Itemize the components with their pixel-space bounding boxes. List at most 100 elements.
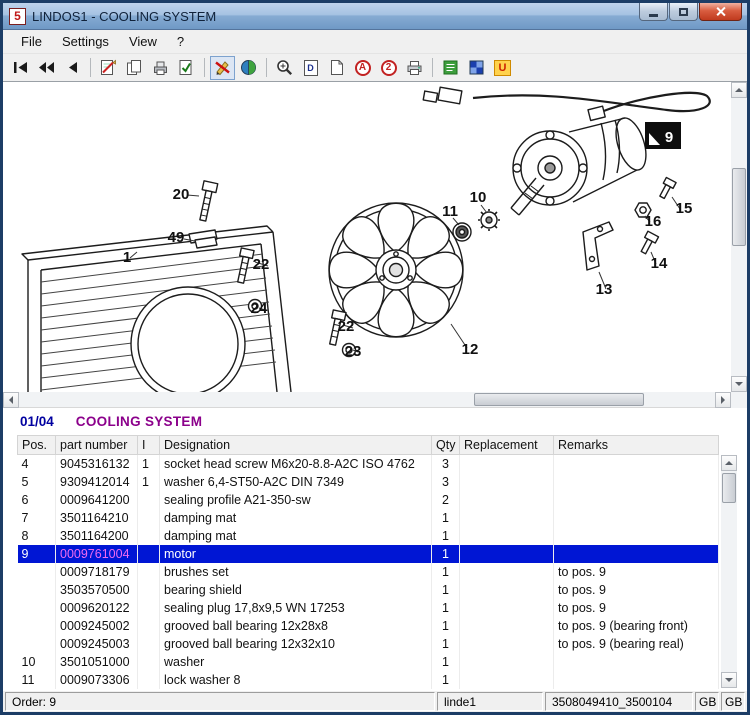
diagram-part-label[interactable]: 16 bbox=[645, 213, 662, 230]
document-blank-button[interactable] bbox=[324, 56, 349, 80]
diagram-horizontal-scrollbar[interactable] bbox=[3, 392, 747, 408]
toolbar-separator bbox=[266, 58, 267, 77]
diagram-part-label[interactable]: 13 bbox=[596, 281, 613, 298]
column-header-pos[interactable]: Pos. bbox=[18, 436, 56, 455]
notes-button[interactable] bbox=[438, 56, 463, 80]
nav-prev-fast-button[interactable] bbox=[34, 56, 59, 80]
title-bar[interactable]: 5 LINDOS1 - COOLING SYSTEM bbox=[3, 3, 747, 30]
menu-settings[interactable]: Settings bbox=[52, 31, 119, 52]
cell-part-number: 9045316132 bbox=[56, 455, 138, 474]
copy-documents-button[interactable] bbox=[122, 56, 147, 80]
cell-pos bbox=[18, 617, 56, 635]
u-badge-glyph: U bbox=[499, 62, 507, 74]
table-row[interactable]: 9 0009761004 motor 1 bbox=[18, 545, 719, 563]
app-window: 5 LINDOS1 - COOLING SYSTEM File Settings… bbox=[0, 0, 750, 715]
scroll-up-button[interactable] bbox=[721, 455, 737, 471]
nav-first-button[interactable] bbox=[8, 56, 33, 80]
diagram-part-label[interactable]: 14 bbox=[651, 255, 668, 272]
diagram-part-label[interactable]: 23 bbox=[345, 343, 362, 360]
diagram-vertical-scrollbar[interactable] bbox=[731, 82, 747, 392]
exploded-diagram[interactable]: 20 49 1 22 24 22 23 11 10 12 13 14 16 15 9 bbox=[3, 82, 731, 392]
cell-i bbox=[138, 635, 160, 653]
table-row[interactable]: 7 3501164210 damping mat 1 bbox=[18, 509, 719, 527]
nav-prev-button[interactable] bbox=[60, 56, 85, 80]
marker-pen-toggle-button[interactable] bbox=[210, 56, 235, 80]
scrollbar-thumb[interactable] bbox=[474, 393, 644, 406]
cell-designation: socket head screw M6x20-8.8-A2C ISO 4762 bbox=[160, 455, 432, 474]
diagram-part-label[interactable]: 22 bbox=[253, 256, 270, 273]
scrollbar-track[interactable] bbox=[721, 471, 737, 672]
table-row[interactable]: 0009245003 grooved ball bearing 12x32x10… bbox=[18, 635, 719, 653]
diagram-part-label[interactable]: 49 bbox=[168, 229, 185, 246]
table-row[interactable]: 0009245002 grooved ball bearing 12x28x8 … bbox=[18, 617, 719, 635]
table-row[interactable]: 0009718179 brushes set 1 to pos. 9 bbox=[18, 563, 719, 581]
arrow-up-icon bbox=[725, 457, 733, 465]
table-row[interactable]: 0009620122 sealing plug 17,8x9,5 WN 1725… bbox=[18, 599, 719, 617]
diagram-part-label[interactable]: 24 bbox=[251, 300, 268, 317]
table-row[interactable]: 8 3501164200 damping mat 1 bbox=[18, 527, 719, 545]
diagram-area[interactable]: 20 49 1 22 24 22 23 11 10 12 13 14 16 15 9 bbox=[3, 82, 747, 392]
screw-15 bbox=[657, 177, 676, 199]
close-button[interactable] bbox=[699, 3, 742, 21]
scroll-down-button[interactable] bbox=[731, 376, 747, 392]
column-header-remarks[interactable]: Remarks bbox=[554, 436, 719, 455]
table-row[interactable]: 6 0009641200 sealing profile A21-350-sw … bbox=[18, 491, 719, 509]
diagram-part-label[interactable]: 1 bbox=[123, 249, 131, 266]
cell-remarks bbox=[554, 653, 719, 671]
fan bbox=[329, 203, 463, 337]
circle-a-button[interactable]: A bbox=[350, 56, 375, 80]
scroll-left-button[interactable] bbox=[3, 392, 19, 408]
edit-document-button[interactable] bbox=[96, 56, 121, 80]
document-blank-icon bbox=[329, 59, 345, 76]
motor bbox=[511, 106, 652, 215]
scrollbar-thumb[interactable] bbox=[722, 473, 736, 503]
scrollbar-track[interactable] bbox=[731, 98, 747, 376]
maximize-button[interactable] bbox=[669, 3, 698, 21]
screw-20 bbox=[196, 181, 218, 222]
minimize-button[interactable] bbox=[639, 3, 668, 21]
circle-2-button[interactable]: 2 bbox=[376, 56, 401, 80]
table-row[interactable]: 10 3501051000 washer 1 bbox=[18, 653, 719, 671]
menu-help[interactable]: ? bbox=[167, 31, 194, 52]
copy-documents-icon bbox=[126, 59, 143, 76]
column-header-i[interactable]: I bbox=[138, 436, 160, 455]
zoom-button[interactable] bbox=[272, 56, 297, 80]
column-header-replacement[interactable]: Replacement bbox=[460, 436, 554, 455]
table-row[interactable]: 3503570500 bearing shield 1 to pos. 9 bbox=[18, 581, 719, 599]
u-badge-button[interactable]: U bbox=[490, 56, 515, 80]
table-row[interactable]: 4 9045316132 1 socket head screw M6x20-8… bbox=[18, 455, 719, 474]
diagram-part-label[interactable]: 20 bbox=[173, 186, 190, 203]
diagram-part-label[interactable]: 9 bbox=[665, 129, 673, 146]
scrollbar-thumb[interactable] bbox=[732, 168, 746, 246]
printer-small-button[interactable] bbox=[148, 56, 173, 80]
column-header-part-number[interactable]: part number bbox=[56, 436, 138, 455]
diagram-part-label[interactable]: 12 bbox=[462, 341, 479, 358]
diagram-part-label[interactable]: 10 bbox=[470, 189, 487, 206]
document-d-button[interactable]: D bbox=[298, 56, 323, 80]
diagram-part-label[interactable]: 11 bbox=[442, 203, 458, 220]
mosaic-button[interactable] bbox=[464, 56, 489, 80]
table-header-row: Pos. part number I Designation Qty Repla… bbox=[18, 436, 719, 455]
globe-button[interactable] bbox=[236, 56, 261, 80]
diagram-part-label[interactable]: 15 bbox=[676, 200, 693, 217]
menu-file[interactable]: File bbox=[11, 31, 52, 52]
section-title: COOLING SYSTEM bbox=[76, 414, 202, 429]
table-row[interactable]: 11 0009073306 lock washer 8 1 bbox=[18, 671, 719, 689]
scrollbar-track[interactable] bbox=[19, 392, 715, 407]
scroll-down-button[interactable] bbox=[721, 672, 737, 688]
cell-qty: 1 bbox=[432, 671, 460, 689]
cell-i bbox=[138, 617, 160, 635]
document-d-icon: D bbox=[304, 60, 318, 76]
scroll-up-button[interactable] bbox=[731, 82, 747, 98]
check-document-button[interactable] bbox=[174, 56, 199, 80]
menu-view[interactable]: View bbox=[119, 31, 167, 52]
scroll-right-button[interactable] bbox=[715, 392, 731, 408]
cell-remarks: to pos. 9 bbox=[554, 563, 719, 581]
print-button[interactable] bbox=[402, 56, 427, 80]
table-row[interactable]: 5 9309412014 1 washer 6,4-ST50-A2C DIN 7… bbox=[18, 473, 719, 491]
diagram-part-label[interactable]: 22 bbox=[338, 318, 355, 335]
cell-replacement bbox=[460, 635, 554, 653]
table-vertical-scrollbar[interactable] bbox=[721, 455, 737, 688]
column-header-qty[interactable]: Qty bbox=[432, 436, 460, 455]
column-header-designation[interactable]: Designation bbox=[160, 436, 432, 455]
